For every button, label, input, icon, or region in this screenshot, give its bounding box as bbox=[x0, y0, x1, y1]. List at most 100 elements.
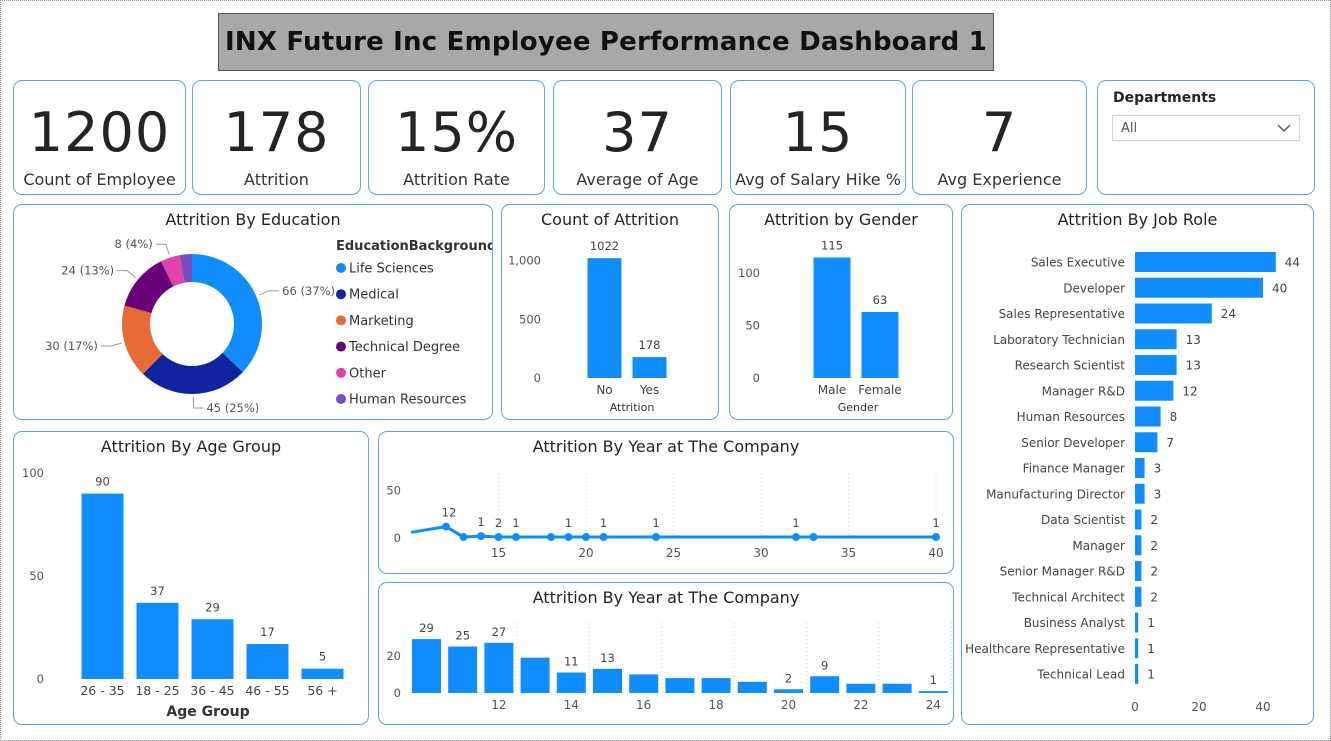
bar-data-label: 8 bbox=[1170, 410, 1178, 424]
data-point bbox=[792, 533, 800, 542]
kpi-value: 15 bbox=[782, 101, 854, 164]
donut-slice bbox=[142, 352, 243, 394]
bar bbox=[1135, 329, 1177, 350]
bar bbox=[587, 258, 622, 378]
bar bbox=[1135, 252, 1276, 272]
kpi-card-employee-count[interactable]: 1200 Count of Employee bbox=[13, 80, 186, 195]
bar bbox=[593, 668, 622, 693]
education-donut-card[interactable]: Attrition By Education 66 (37%) 45 (25%) 3… bbox=[13, 204, 493, 420]
y-category-label: Senior Manager R&D bbox=[1000, 565, 1125, 579]
data-point bbox=[442, 522, 450, 531]
attrition-by-job-role-card[interactable]: Attrition By Job Role Sales Executive 44 D… bbox=[961, 204, 1314, 725]
bar-data-label: 1 bbox=[930, 673, 937, 687]
legend-item-label: Human Resources bbox=[349, 393, 467, 408]
bar bbox=[81, 493, 124, 679]
legend-marker bbox=[336, 263, 346, 273]
bar bbox=[448, 646, 478, 693]
attrition-by-year-line-chart: 15 20 25 30 35 40050121 2 1 1 1 1 1 1 bbox=[386, 474, 944, 560]
series-line bbox=[410, 525, 936, 539]
y-tick-label: 0 bbox=[394, 686, 401, 700]
legend-marker bbox=[336, 341, 346, 352]
attrition-by-age-group-card[interactable]: Attrition By Age Group 0 50 100 90 26 - 35 37… bbox=[13, 431, 369, 725]
bar bbox=[191, 619, 234, 679]
bar bbox=[412, 639, 441, 693]
kpi-card-salary-hike[interactable]: 15 Avg of Salary Hike % bbox=[730, 80, 906, 195]
x-tick-label: 15 bbox=[491, 546, 506, 560]
donut-data-label: 8 (4%) bbox=[115, 237, 153, 251]
bar bbox=[136, 602, 179, 679]
data-point bbox=[599, 533, 608, 542]
bar bbox=[1135, 535, 1142, 556]
legend-marker bbox=[336, 315, 346, 326]
attrition-by-job-role-chart: Sales Executive 44 Developer 40 Sales Repres… bbox=[965, 252, 1300, 714]
y-tick-label: 500 bbox=[519, 312, 541, 326]
attrition-by-gender-card[interactable]: Attrition by Gender 0 50 100 115 Male 63 Femal… bbox=[729, 204, 953, 420]
slicer-title: Departments bbox=[1113, 90, 1217, 106]
bar-data-label: 29 bbox=[205, 600, 220, 614]
attrition-by-year-bar-card[interactable]: Attrition By Year at The Company 0 20 12 14… bbox=[378, 582, 954, 725]
kpi-label: Attrition bbox=[244, 170, 309, 189]
y-category-label: Manager R&D bbox=[1042, 384, 1125, 398]
y-tick-label: 100 bbox=[22, 466, 44, 480]
donut-data-label: 66 (37%) bbox=[282, 284, 335, 298]
departments-slicer: Departments All bbox=[1097, 80, 1315, 195]
y-category-label: Research Scientist bbox=[1015, 359, 1126, 373]
y-tick-label: 0 bbox=[37, 672, 44, 686]
y-tick-label: 0 bbox=[394, 531, 401, 545]
donut-data-label: 24 (13%) bbox=[61, 264, 114, 278]
donut-slice bbox=[192, 254, 262, 373]
kpi-label: Average of Age bbox=[576, 170, 699, 189]
point-data-label: 1 bbox=[565, 516, 572, 530]
kpi-card-average-age[interactable]: 37 Average of Age bbox=[553, 80, 722, 195]
point-data-label: 1 bbox=[512, 516, 519, 530]
data-point bbox=[652, 533, 660, 542]
bar-data-label: 25 bbox=[455, 629, 470, 643]
leader-line bbox=[100, 342, 122, 347]
data-point bbox=[494, 533, 503, 542]
bar-data-label: 2 bbox=[1150, 565, 1158, 579]
bar bbox=[813, 257, 851, 378]
x-tick-label: 12 bbox=[491, 698, 506, 712]
bar-data-label: 115 bbox=[821, 238, 843, 252]
bar-data-label: 7 bbox=[1166, 436, 1174, 450]
bar bbox=[918, 691, 948, 693]
kpi-value: 37 bbox=[602, 101, 673, 164]
bar bbox=[301, 668, 344, 679]
x-axis-title: Age Group bbox=[166, 704, 249, 720]
bar-data-label: 1 bbox=[1147, 668, 1155, 682]
bar-data-label: 2 bbox=[1150, 513, 1158, 527]
x-category-label: 46 - 55 bbox=[245, 683, 289, 698]
legend-marker bbox=[336, 394, 346, 404]
kpi-label: Avg of Salary Hike % bbox=[735, 170, 901, 189]
attrition-by-year-line-card[interactable]: Attrition By Year at The Company 15 20 25 3… bbox=[378, 431, 954, 574]
kpi-label: Avg Experience bbox=[937, 170, 1062, 189]
bar bbox=[1135, 432, 1158, 453]
count-of-attrition-card[interactable]: Count of Attrition 0 500 1,000 1022 No 178 Yes… bbox=[501, 204, 719, 420]
y-category-label: Business Analyst bbox=[1024, 616, 1126, 630]
legend-items: Life Sciences Medical Marketing Technical D… bbox=[336, 262, 467, 408]
x-category-label: Yes bbox=[639, 383, 659, 397]
legend-title: EducationBackground bbox=[336, 239, 492, 254]
departments-dropdown[interactable]: All bbox=[1112, 115, 1300, 141]
bar bbox=[246, 643, 289, 679]
bar-data-label: 13 bbox=[1186, 359, 1201, 373]
y-category-label: Manager bbox=[1072, 539, 1125, 553]
kpi-card-attrition-rate[interactable]: 15% Attrition Rate bbox=[368, 80, 545, 195]
bar bbox=[774, 689, 803, 693]
leader-line bbox=[258, 290, 280, 296]
bar-data-label: 5 bbox=[319, 650, 326, 664]
x-category-label: Male bbox=[818, 383, 846, 397]
y-category-label: Healthcare Representative bbox=[965, 642, 1125, 656]
y-tick-label: 50 bbox=[29, 569, 44, 583]
bar-data-label: 9 bbox=[821, 658, 828, 672]
kpi-card-attrition[interactable]: 178 Attrition bbox=[192, 80, 361, 195]
y-category-label: Developer bbox=[1063, 281, 1125, 295]
x-category-label: No bbox=[596, 383, 612, 397]
y-tick-label: 100 bbox=[738, 266, 760, 280]
kpi-card-avg-experience[interactable]: 7 Avg Experience bbox=[912, 80, 1087, 195]
point-data-label: 2 bbox=[495, 516, 502, 530]
x-category-label: 56 + bbox=[307, 683, 337, 698]
bar bbox=[846, 683, 876, 693]
bar-data-label: 44 bbox=[1285, 256, 1300, 270]
bar-data-label: 12 bbox=[1182, 384, 1197, 398]
